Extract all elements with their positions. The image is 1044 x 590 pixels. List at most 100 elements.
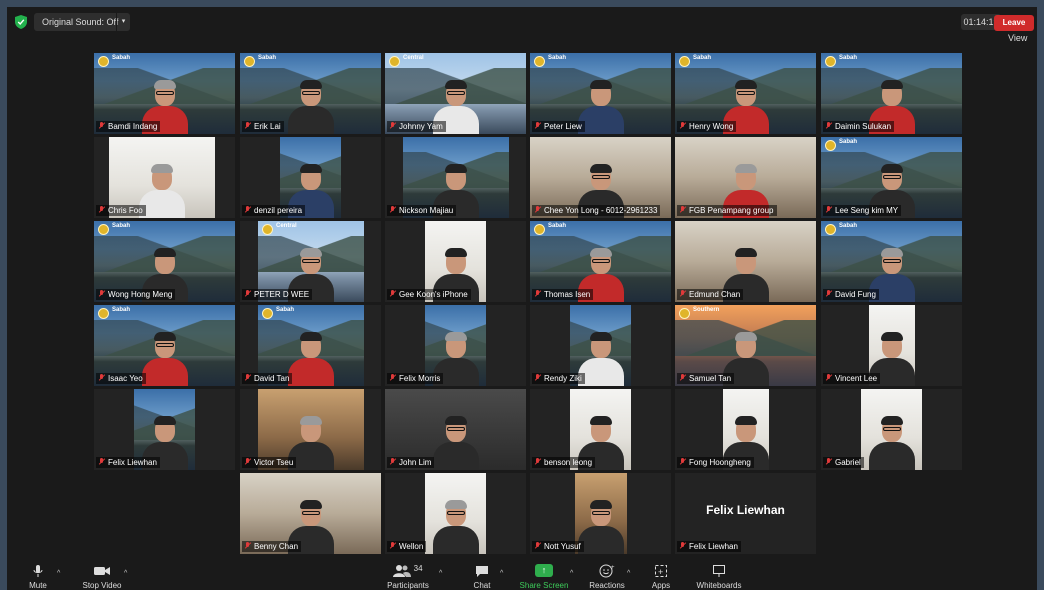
participant-name-tag: Wellon xyxy=(387,541,427,552)
share-screen-button[interactable]: ↑ Share Screen xyxy=(519,564,569,590)
participant-tile[interactable]: Sabah Thomas Isen xyxy=(530,221,671,302)
participants-count: 34 xyxy=(413,564,423,573)
participant-tile[interactable]: Sabah Henry Wong xyxy=(675,53,816,134)
participant-video xyxy=(425,473,486,554)
participant-tile[interactable]: Felix Liewhan xyxy=(94,389,235,470)
chevron-up-icon[interactable]: ^ xyxy=(500,570,503,577)
participant-name-tag: Wong Hong Meng xyxy=(96,289,176,300)
chevron-up-icon[interactable]: ^ xyxy=(439,570,442,577)
participant-tile[interactable]: Victor Tseu xyxy=(240,389,381,470)
muted-mic-icon xyxy=(679,374,686,382)
region-label: Sabah xyxy=(839,223,858,229)
participant-tile[interactable]: Gabriel xyxy=(821,389,962,470)
chevron-down-icon[interactable]: ▾ xyxy=(116,13,130,31)
whiteboard-icon xyxy=(713,565,725,577)
participant-tile[interactable]: Vincent Lee xyxy=(821,305,962,386)
apps-label: Apps xyxy=(651,581,671,590)
participant-name: Nickson Majiau xyxy=(399,206,454,215)
participant-name-tag: John Lim xyxy=(387,457,435,468)
participant-tile[interactable]: Felix Morris xyxy=(385,305,526,386)
church-logo-icon xyxy=(98,308,109,319)
participants-label: Participants xyxy=(387,581,429,590)
region-label: Sabah xyxy=(112,223,131,229)
region-label: Sabah xyxy=(839,55,858,61)
participant-tile[interactable]: Benny Chan xyxy=(240,473,381,554)
participant-tile[interactable]: Felix Liewhan Felix Liewhan xyxy=(675,473,816,554)
muted-mic-icon xyxy=(534,458,541,466)
reactions-button[interactable]: + Reactions xyxy=(587,564,627,590)
muted-mic-icon xyxy=(534,542,541,550)
participant-name-tag: Gabriel xyxy=(823,457,864,468)
chat-button[interactable]: Chat xyxy=(470,564,494,590)
participant-tile[interactable]: Sabah Isaac Yeo xyxy=(94,305,235,386)
leave-button[interactable]: Leave xyxy=(994,15,1034,31)
participant-name-tag: Nickson Majiau xyxy=(387,205,457,216)
muted-mic-icon xyxy=(389,206,396,214)
participant-silhouette xyxy=(288,326,334,386)
stop-video-button[interactable]: Stop Video xyxy=(77,564,127,590)
participant-name: David Tan xyxy=(254,374,290,383)
participant-name: Gabriel xyxy=(835,458,861,467)
participant-tile[interactable]: John Lim xyxy=(385,389,526,470)
church-logo-icon xyxy=(825,56,836,67)
muted-mic-icon xyxy=(244,458,251,466)
apps-button[interactable]: + Apps xyxy=(648,564,674,590)
participant-tile[interactable]: Sabah Daimin Sulukan xyxy=(821,53,962,134)
whiteboards-label: Whiteboards xyxy=(696,581,742,590)
chevron-up-icon[interactable]: ^ xyxy=(124,570,127,577)
participant-tile[interactable]: Wellon xyxy=(385,473,526,554)
participant-tile[interactable]: Nott Yusuf xyxy=(530,473,671,554)
participant-name-tag: Vincent Lee xyxy=(823,373,881,384)
participant-tile[interactable]: Sabah Peter Liew xyxy=(530,53,671,134)
security-shield-icon[interactable] xyxy=(15,15,27,29)
participant-tile[interactable]: FGB Penampang group xyxy=(675,137,816,218)
church-logo-icon xyxy=(244,56,255,67)
participant-tile[interactable]: Chris Foo xyxy=(94,137,235,218)
church-logo-icon xyxy=(679,56,690,67)
participant-name-tag: Gee Koon's iPhone xyxy=(387,289,471,300)
chevron-up-icon[interactable]: ^ xyxy=(57,570,60,577)
participant-tile[interactable]: Edmund Chan xyxy=(675,221,816,302)
participant-tile[interactable]: benson leong xyxy=(530,389,671,470)
participant-tile[interactable]: Central PETER D WEE xyxy=(240,221,381,302)
participant-name-tag: Rendy Ziki xyxy=(532,373,585,384)
participant-tile[interactable]: Sabah Wong Hong Meng xyxy=(94,221,235,302)
mute-button[interactable]: Mute xyxy=(23,564,53,590)
participant-tile[interactable]: Rendy Ziki xyxy=(530,305,671,386)
participant-tile[interactable]: Sabah Lee Seng kim MY xyxy=(821,137,962,218)
participant-name-tag: Edmund Chan xyxy=(677,289,744,300)
church-logo-icon xyxy=(389,56,400,67)
church-logo-icon xyxy=(825,140,836,151)
region-label: Sabah xyxy=(548,55,567,61)
participants-button[interactable]: 34 Participants xyxy=(383,564,433,590)
participant-tile[interactable]: Fong Hoongheng xyxy=(675,389,816,470)
participant-tile[interactable]: Sabah Bamdi Indang xyxy=(94,53,235,134)
participant-tile[interactable]: denzil pereira xyxy=(240,137,381,218)
participant-name-tag: Samuel Tan xyxy=(677,373,735,384)
participant-name-tag: Victor Tseu xyxy=(242,457,297,468)
participant-tile[interactable]: Central Johnny Yam xyxy=(385,53,526,134)
zoom-meeting-window: Original Sound: Off ▾ 01:14:19 View Saba… xyxy=(7,7,1037,590)
participant-name: PETER D WEE xyxy=(254,290,310,299)
participant-name-tag: PETER D WEE xyxy=(242,289,313,300)
participant-tile[interactable]: Southern Samuel Tan xyxy=(675,305,816,386)
muted-mic-icon xyxy=(389,374,396,382)
participant-tile[interactable]: Nickson Majiau xyxy=(385,137,526,218)
participant-name: Bamdi Indang xyxy=(108,122,158,131)
whiteboards-button[interactable]: Whiteboards xyxy=(694,564,744,590)
muted-mic-icon xyxy=(98,122,105,130)
participant-tile[interactable]: Gee Koon's iPhone xyxy=(385,221,526,302)
participant-tile[interactable]: Sabah David Tan xyxy=(240,305,381,386)
participant-tile[interactable]: Sabah David Fung xyxy=(821,221,962,302)
participant-name: Henry Wong xyxy=(689,122,734,131)
participant-name-tag: Peter Liew xyxy=(532,121,585,132)
original-sound-button[interactable]: Original Sound: Off ▾ xyxy=(34,13,130,31)
participant-tile[interactable]: Chee Yon Long - 6012-2961233 xyxy=(530,137,671,218)
church-logo-icon xyxy=(262,224,273,235)
participant-tile[interactable]: Sabah Erik Lai xyxy=(240,53,381,134)
chevron-up-icon[interactable]: ^ xyxy=(570,570,573,577)
participant-name-tag: David Tan xyxy=(242,373,293,384)
smiley-plus-icon: + xyxy=(599,564,615,578)
region-label: Central xyxy=(276,223,297,229)
chevron-up-icon[interactable]: ^ xyxy=(627,570,630,577)
